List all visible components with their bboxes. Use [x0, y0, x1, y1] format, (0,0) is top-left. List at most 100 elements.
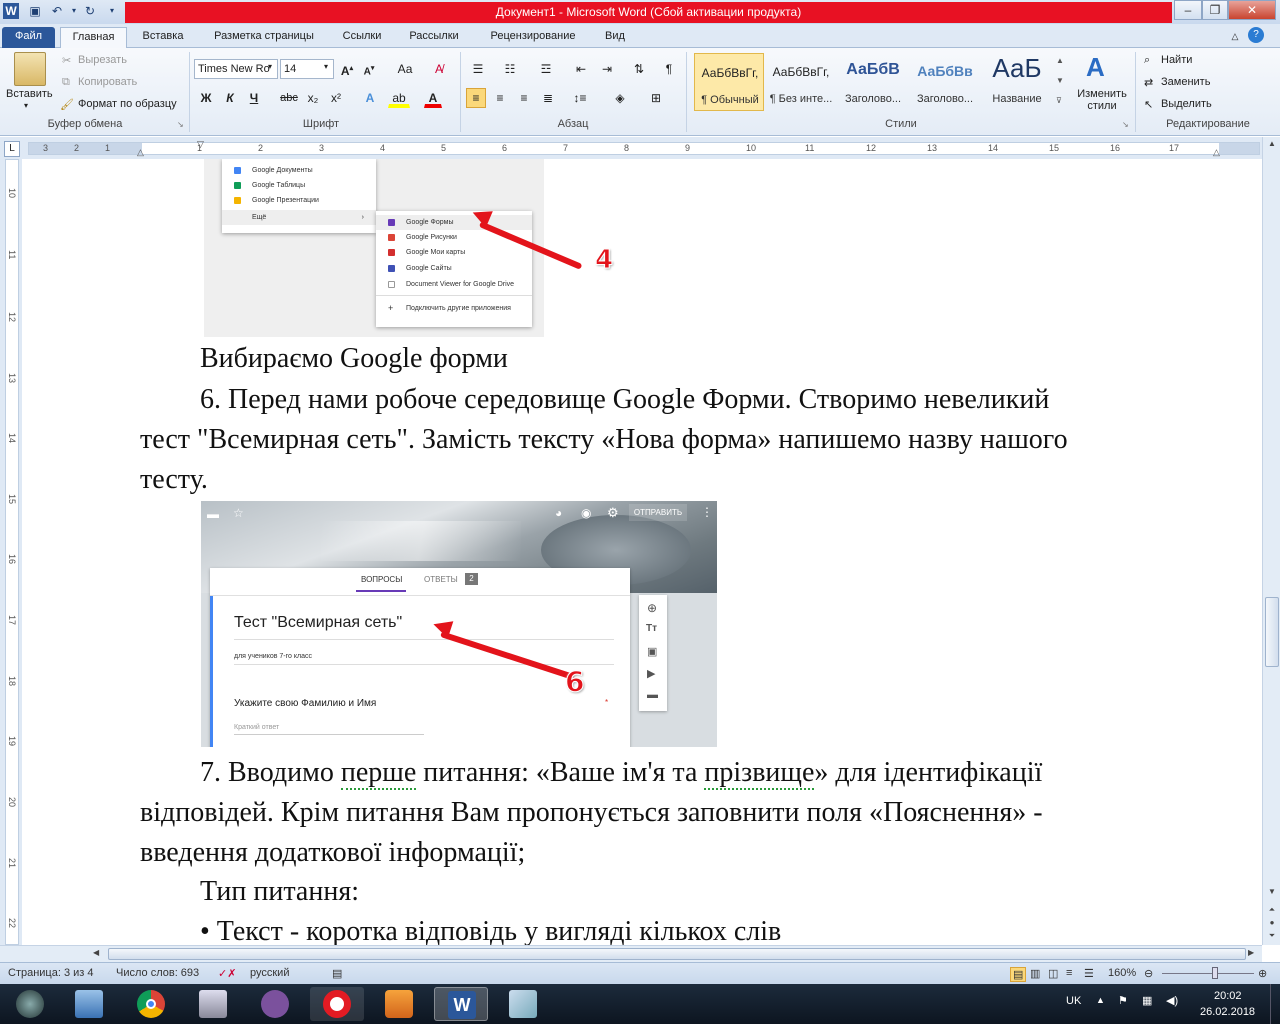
tab-questions[interactable]: ВОПРОСЫ	[361, 575, 402, 584]
align-left-icon[interactable]: ≡	[466, 88, 486, 108]
align-center-icon[interactable]: ≡	[490, 88, 510, 108]
save-icon[interactable]: ▣	[27, 3, 43, 19]
change-styles-button[interactable]: Изменить стили	[1074, 88, 1130, 112]
settings-gear-icon[interactable]: ⚙	[607, 505, 619, 521]
preview-eye-icon[interactable]: ◉	[581, 506, 591, 520]
change-styles-icon[interactable]: A	[1086, 52, 1105, 83]
style-heading1[interactable]: АаБбВ Заголово...	[838, 53, 908, 111]
viber-icon[interactable]	[248, 987, 302, 1021]
minimize-button[interactable]: –	[1174, 0, 1202, 20]
customize-qa-icon[interactable]: ▾	[104, 3, 120, 19]
vertical-scrollbar[interactable]: ▲ ▼ ⏶ ● ⏷	[1262, 137, 1280, 945]
document-canvas[interactable]: Google Документы Google Таблицы Google П…	[22, 159, 1262, 945]
prev-page-icon[interactable]: ⏶	[1265, 905, 1279, 917]
replace-button[interactable]: Заменить	[1161, 76, 1210, 88]
italic-button[interactable]: К	[221, 88, 239, 108]
font-color-icon[interactable]: A	[424, 88, 442, 108]
tab-home[interactable]: Главная	[60, 27, 127, 48]
word-count[interactable]: Число слов: 693	[116, 967, 199, 979]
show-desktop-button[interactable]	[1270, 984, 1280, 1024]
change-case-button[interactable]: Аа	[392, 59, 418, 79]
align-right-icon[interactable]: ≡	[514, 88, 534, 108]
format-painter-button[interactable]: Формат по образцу	[78, 98, 177, 110]
add-image-icon[interactable]: ▣	[647, 645, 657, 658]
grow-font-icon[interactable]: A▴	[338, 59, 356, 79]
tab-selector-icon[interactable]: L	[4, 141, 20, 157]
explorer-icon[interactable]	[62, 987, 116, 1021]
start-button[interactable]	[8, 987, 48, 1021]
send-button[interactable]: ОТПРАВИТЬ	[629, 504, 687, 521]
clear-formatting-icon[interactable]: A̸	[430, 59, 448, 79]
tab-insert[interactable]: Вставка	[133, 27, 193, 48]
tab-references[interactable]: Ссылки	[333, 27, 391, 48]
shrink-font-icon[interactable]: A▾	[360, 59, 378, 79]
zoom-slider-thumb[interactable]	[1212, 967, 1218, 979]
tray-expand-icon[interactable]: ▲	[1096, 995, 1105, 1005]
justify-icon[interactable]: ≣	[538, 88, 558, 108]
find-button[interactable]: Найти	[1161, 54, 1192, 66]
page-count[interactable]: Страница: 3 из 4	[8, 967, 94, 979]
language[interactable]: русский	[250, 967, 289, 979]
tab-view[interactable]: Вид	[596, 27, 634, 48]
copy-button[interactable]: Копировать	[78, 76, 137, 88]
zoom-out-icon[interactable]: ⊖	[1144, 967, 1153, 980]
proofing-icon[interactable]: ✓✗	[218, 967, 236, 980]
volume-icon[interactable]: ◀)	[1166, 994, 1178, 1007]
font-size-dropdown-icon[interactable]: ▾	[324, 62, 328, 71]
outline-icon[interactable]: ≡	[1066, 967, 1072, 979]
line-spacing-icon[interactable]: ↕≡	[568, 88, 592, 108]
opera-icon[interactable]	[310, 987, 364, 1021]
browse-object-icon[interactable]: ●	[1265, 918, 1279, 930]
numbering-icon[interactable]: ☷	[498, 59, 522, 79]
bold-button[interactable]: Ж	[197, 88, 215, 108]
paste-button[interactable]: Вставить	[6, 88, 53, 100]
scroll-thumb[interactable]	[1265, 597, 1279, 667]
close-button[interactable]: ✕	[1228, 0, 1276, 20]
style-normal[interactable]: АаБбВвГг, ¶ Обычный	[694, 53, 764, 111]
tab-file[interactable]: Файл	[2, 27, 55, 48]
shading-icon[interactable]: ◈	[608, 88, 632, 108]
sort-icon[interactable]: ⇅	[630, 59, 648, 79]
underline-button[interactable]: Ч	[245, 88, 263, 108]
add-title-icon[interactable]: Tт	[646, 623, 657, 634]
next-page-icon[interactable]: ⏷	[1265, 931, 1279, 943]
show-formatting-icon[interactable]: ¶	[660, 59, 678, 79]
input-language[interactable]: UK	[1066, 995, 1081, 1007]
select-button[interactable]: Выделить	[1161, 98, 1212, 110]
styles-scroll-down-icon[interactable]: ▼	[1056, 76, 1064, 85]
more-vert-icon[interactable]: ⋮	[701, 505, 713, 519]
form-title[interactable]: Тест "Всемирная сеть"	[234, 614, 402, 632]
style-title[interactable]: АаБ Название	[982, 53, 1052, 111]
ruler-scale[interactable]: 3 2 1 1 2 3 4 5 6 7 8 9 10 11 12 13 14 1…	[28, 139, 1260, 157]
calculator-icon[interactable]	[186, 987, 240, 1021]
font-name-dropdown-icon[interactable]: ▾	[268, 62, 272, 71]
clipboard-launcher-icon[interactable]: ↘	[177, 120, 184, 129]
styles-more-icon[interactable]: ⊽	[1056, 96, 1062, 105]
form-description[interactable]: для учеников 7-го класс	[234, 653, 312, 660]
style-no-spacing[interactable]: АаБбВвГг, ¶ Без инте...	[766, 53, 836, 111]
styles-scroll-up-icon[interactable]: ▲	[1056, 56, 1064, 65]
highlight-icon[interactable]: ab	[388, 88, 410, 108]
styles-launcher-icon[interactable]: ↘	[1122, 120, 1129, 129]
redo-icon[interactable]: ↻	[82, 3, 98, 19]
question-title[interactable]: Укажите свою Фамилию и Имя	[234, 698, 376, 709]
superscript-button[interactable]: x²	[327, 88, 345, 108]
tab-mailings[interactable]: Рассылки	[400, 27, 468, 48]
word-taskbar-icon[interactable]: W	[434, 987, 488, 1021]
undo-dropdown-icon[interactable]: ▾	[66, 3, 82, 19]
action-center-icon[interactable]: ⚑	[1118, 994, 1128, 1007]
tab-page-layout[interactable]: Разметка страницы	[203, 27, 325, 48]
clock-date[interactable]: 26.02.2018	[1200, 1006, 1255, 1018]
bullets-icon[interactable]: ☰	[466, 59, 490, 79]
print-layout-icon[interactable]: ▤	[1010, 967, 1027, 982]
undo-icon[interactable]: ↶	[49, 3, 65, 19]
zoom-level[interactable]: 160%	[1108, 967, 1136, 979]
borders-icon[interactable]: ⊞	[644, 88, 668, 108]
palette-icon[interactable]: ◕	[555, 506, 562, 520]
font-name-combo[interactable]: Times New Ro	[194, 59, 278, 79]
strikethrough-button[interactable]: abc	[278, 88, 300, 108]
chrome-icon[interactable]	[124, 987, 178, 1021]
style-heading2[interactable]: АаБбВв Заголово...	[910, 53, 980, 111]
ribbon-minimize-icon[interactable]: △	[1228, 27, 1242, 48]
clock-time[interactable]: 20:02	[1214, 990, 1242, 1002]
